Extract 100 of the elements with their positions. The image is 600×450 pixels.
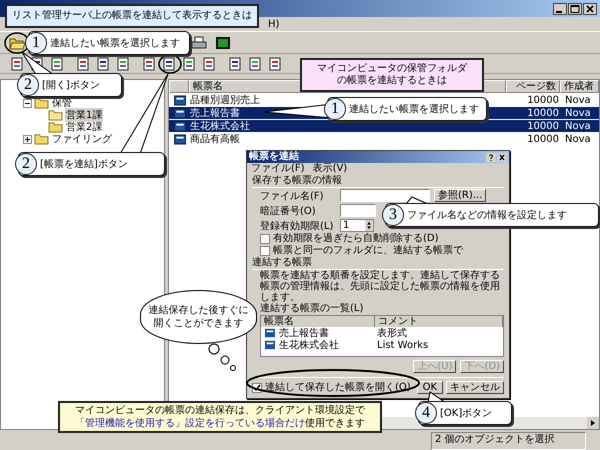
expand-icon[interactable] (23, 134, 32, 144)
column-header[interactable]: 帳票名 (261, 316, 375, 327)
report-icon (173, 120, 187, 132)
table-cell-text: 生花株式会社 (278, 340, 340, 350)
close-icon[interactable] (497, 152, 507, 162)
document-icon[interactable] (115, 56, 131, 70)
callout-text: [OK]ボタン (440, 407, 492, 420)
table-cell-text: 表形式 (376, 328, 408, 338)
dialog-title: 帳票を連結 (249, 151, 300, 163)
field-label: ファイル名(F) (260, 190, 325, 202)
tree-item[interactable]: ファイリング (51, 132, 113, 146)
menu-item[interactable]: H) (268, 18, 280, 30)
column-header[interactable]: 作成者 (560, 80, 599, 93)
cancel-button[interactable]: キャンセル (446, 381, 504, 394)
close-icon[interactable] (583, 2, 597, 14)
table-cell-text: Nova (564, 94, 592, 106)
report-icon (264, 328, 276, 338)
folder-icon (48, 121, 63, 133)
note-text: マイコンピュータの帳票の連結保存は、クライアント環境設定で (75, 404, 365, 417)
section-label: 連結する帳票 (252, 257, 504, 270)
document-icon[interactable] (49, 56, 65, 70)
table-cell-text: 商品有高帳 (189, 132, 240, 146)
spin-field[interactable]: 1 (340, 219, 374, 232)
table-cell-text: 10000 (526, 94, 560, 106)
document-icon[interactable] (75, 56, 91, 70)
table-cell-text: Nova (564, 108, 592, 118)
maximize-icon[interactable] (568, 2, 582, 14)
report-icon (173, 134, 187, 144)
table-cell-text: 10000 (526, 108, 560, 118)
table-cell-text: 10000 (526, 134, 560, 144)
ok-button[interactable]: OK (416, 381, 443, 394)
cloud-text: 連結保存した後すぐに (148, 304, 248, 317)
minimize-icon[interactable] (553, 2, 567, 14)
document-icon[interactable] (227, 56, 243, 70)
field-label: 登録有効期限(L) (260, 220, 334, 232)
column-header[interactable]: ページ数 (506, 80, 560, 93)
table-cell-text: Nova (564, 120, 592, 132)
document-icon[interactable] (201, 56, 217, 70)
monitor-icon[interactable] (215, 36, 231, 50)
column-header[interactable]: コメント (375, 316, 503, 327)
report-icon (173, 94, 187, 106)
step-number: 2 (17, 74, 39, 96)
checkbox-label[interactable]: 有効期限を過ぎたら自動削除する(D) (273, 233, 439, 245)
step-number: 1 (25, 32, 47, 54)
document-icon[interactable] (181, 56, 197, 70)
file-name-field[interactable] (340, 189, 430, 202)
heading-tooltip: リスト管理サーバ上の帳票を連結して表示するときは (5, 4, 259, 28)
table-cell-text: 品種別週別売上 (189, 94, 260, 107)
step-number: 3 (382, 204, 404, 226)
callout-text: 連結したい帳票を選択します (349, 102, 479, 116)
folder-icon[interactable] (9, 36, 25, 50)
column-header[interactable] (169, 80, 189, 93)
password-field[interactable] (340, 204, 376, 217)
folder-icon (48, 109, 63, 121)
document-icon[interactable] (9, 56, 25, 70)
checkbox-label[interactable]: 帳票と同一のフォルダに、連結する帳票で (273, 245, 463, 257)
list-label: 連結する帳票の一覧(L) (259, 303, 364, 315)
collapse-icon[interactable] (23, 98, 32, 108)
highlight-ring (4, 32, 30, 54)
checkbox[interactable] (260, 246, 270, 256)
step-number: 1 (324, 98, 346, 120)
description-text: 帳票を連結する順番を設定します。連結して保存する帳票の管理情報は、先頭に設定した帳票の情報を使用します。 (259, 270, 501, 303)
list-row[interactable]: 生花株式会社 10000 Nova (169, 120, 599, 132)
section-label: 保存する帳票の情報 (252, 175, 504, 188)
browse-button[interactable]: 参照(R)... (434, 189, 486, 202)
table-cell-text: Nova (564, 134, 592, 144)
help-icon[interactable] (486, 152, 496, 162)
table-cell-text: 10000 (526, 120, 560, 132)
spin-arrows-icon[interactable] (365, 220, 373, 231)
table-cell-text: List Works (376, 340, 430, 350)
note-text: 「管理機能を使用する」設定を行っている場合だけ使用できます (75, 417, 365, 430)
printer-icon[interactable] (191, 36, 207, 50)
folder-icon (34, 133, 49, 145)
report-icon (264, 340, 276, 350)
callout-text: [開く]ボタン (42, 79, 100, 92)
step-number: 4 (415, 402, 437, 424)
tree-item[interactable]: 営業1課 (65, 108, 104, 122)
list-row[interactable]: 商品有高帳 10000 Nova (169, 133, 599, 145)
tree-item[interactable]: 営業2課 (65, 120, 104, 134)
callout-text: 連結したい帳票を選択します (50, 36, 180, 50)
document-icon[interactable] (247, 56, 263, 70)
document-icon[interactable] (267, 56, 283, 70)
document-icon[interactable] (161, 56, 177, 70)
table-cell-text: 売上報告書 (189, 106, 240, 120)
menu-item[interactable]: ファイル(F) (251, 163, 305, 175)
document-icon[interactable] (141, 56, 157, 70)
report-icon (173, 108, 187, 118)
callout-text: [帳票を連結]ボタン (40, 158, 128, 171)
menu-item[interactable]: 表示(V) (312, 163, 348, 175)
step-number: 2 (15, 153, 37, 175)
callout-text: の帳票を連結するときは (337, 75, 447, 87)
callout-text: マイコンピュータの保管フォルダ (317, 63, 467, 74)
field-label: 暗証番号(O) (260, 204, 317, 218)
status-text: 2 個のオブジェクトを選択 (431, 432, 586, 450)
table-cell-text: 生花株式会社 (189, 120, 250, 133)
document-icon[interactable] (95, 56, 111, 70)
checkbox[interactable] (260, 234, 270, 244)
table-cell-text: 売上報告書 (278, 328, 330, 338)
callout-text: ファイル名などの情報を設定します (407, 208, 567, 222)
cloud-text: 開くことができます (154, 317, 244, 330)
